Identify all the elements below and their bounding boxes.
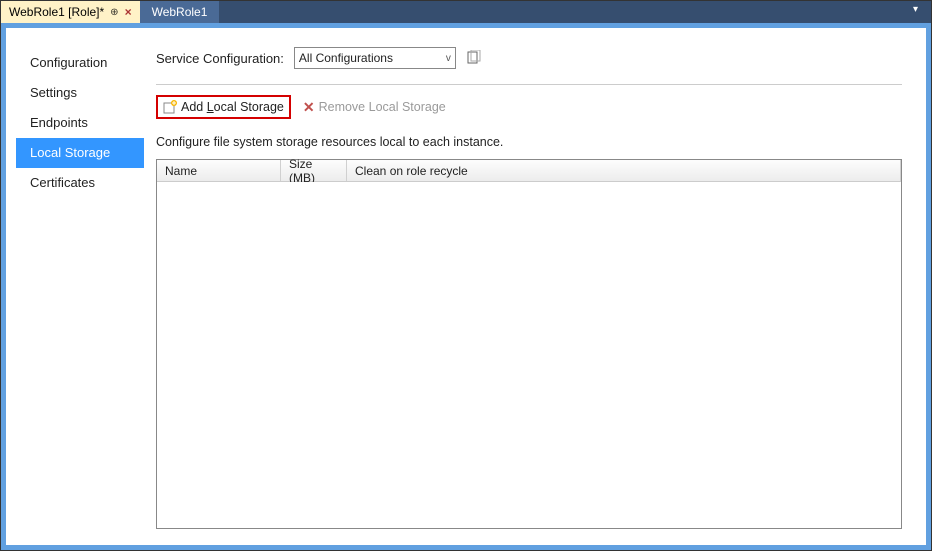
service-config-label: Service Configuration: [156,51,284,66]
add-button-label: Add Local Storage [181,100,284,114]
sidebar-item-configuration[interactable]: Configuration [16,48,144,78]
tab-strip: WebRole1 [Role]* ⊕ × WebRole1 ▾ [1,1,931,23]
add-icon [163,100,177,114]
divider [156,84,902,85]
remove-local-storage-button: ✕ Remove Local Storage [301,96,448,119]
service-config-select[interactable]: All Configurations v [294,47,456,69]
main-panel: Service Configuration: All Configuration… [144,44,908,529]
toolbar: Add Local Storage ✕ Remove Local Storage [156,95,902,119]
grid-body[interactable] [157,182,901,528]
column-clean[interactable]: Clean on role recycle [347,160,901,181]
sidebar-item-settings[interactable]: Settings [16,78,144,108]
grid-header: Name Size (MB) Clean on role recycle [157,160,901,182]
pin-icon[interactable]: ⊕ [110,7,118,18]
editor-window: WebRole1 [Role]* ⊕ × WebRole1 ▾ Configur… [0,0,932,551]
remove-button-label: Remove Local Storage [319,100,446,114]
description-text: Configure file system storage resources … [156,135,902,149]
sidebar-item-endpoints[interactable]: Endpoints [16,108,144,138]
delete-icon: ✕ [303,99,315,116]
tab-webrole1[interactable]: WebRole1 [140,1,220,23]
tab-webrole1-role[interactable]: WebRole1 [Role]* ⊕ × [1,1,140,23]
column-name[interactable]: Name [157,160,281,181]
close-icon[interactable]: × [125,5,132,19]
storage-grid[interactable]: Name Size (MB) Clean on role recycle [156,159,902,529]
service-config-value: All Configurations [299,51,393,65]
tab-overflow-icon[interactable]: ▾ [913,4,925,16]
add-local-storage-button[interactable]: Add Local Storage [156,95,291,119]
sidebar-item-certificates[interactable]: Certificates [16,168,144,198]
sidebar-item-local-storage[interactable]: Local Storage [16,138,144,168]
chevron-down-icon: v [446,53,451,64]
service-config-row: Service Configuration: All Configuration… [156,44,902,72]
content-frame: Configuration Settings Endpoints Local S… [1,23,931,550]
manage-config-icon[interactable] [466,50,482,66]
column-size[interactable]: Size (MB) [281,160,347,181]
tab-label: WebRole1 [Role]* [9,5,104,19]
sidebar: Configuration Settings Endpoints Local S… [16,44,144,529]
tab-label: WebRole1 [152,5,208,19]
